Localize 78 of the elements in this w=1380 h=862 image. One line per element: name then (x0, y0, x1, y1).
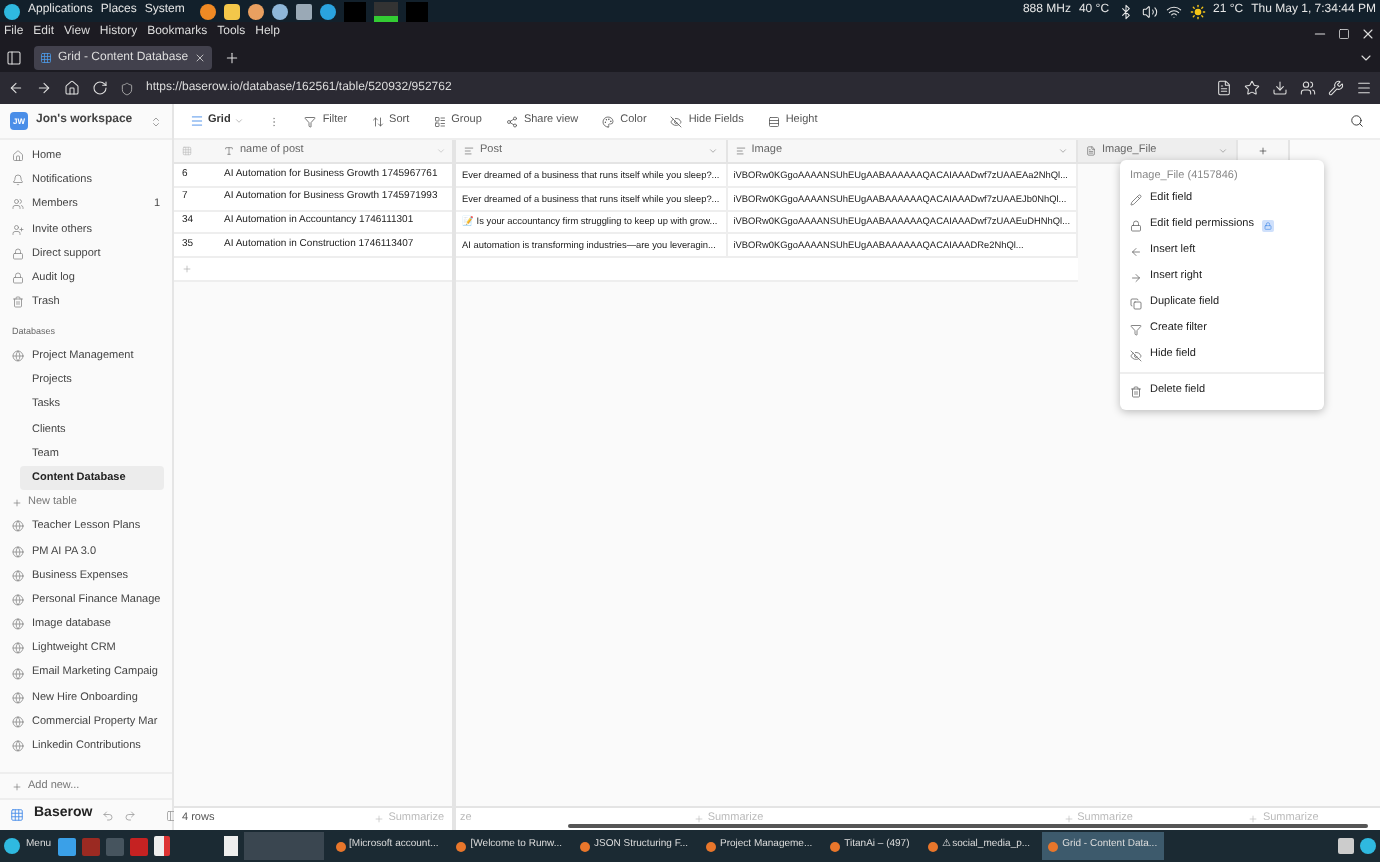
lock-icon (12, 247, 24, 260)
share-icon (505, 115, 518, 127)
monitor-graph (374, 1, 399, 21)
wifi-icon (1165, 3, 1182, 19)
launcher-icon[interactable] (223, 836, 238, 856)
database-icon (12, 667, 24, 680)
filter-icon (1130, 323, 1142, 335)
monitor-graph (406, 1, 429, 21)
bell-icon (12, 174, 24, 187)
start-menu-icon[interactable] (4, 838, 20, 854)
maximize-icon[interactable] (1338, 27, 1350, 39)
database-icon (12, 642, 24, 655)
arrow-right-icon (1130, 271, 1142, 283)
reload-icon[interactable] (92, 80, 108, 96)
long-text-icon (735, 146, 746, 156)
database-icon (12, 594, 24, 607)
bookmark-icon[interactable] (1244, 80, 1260, 96)
brand-logo-icon (10, 808, 24, 822)
plus-icon (1248, 814, 1259, 824)
lock-icon (1130, 219, 1142, 231)
text-icon (224, 146, 234, 156)
back-icon[interactable] (8, 80, 24, 96)
lock-badge-icon (1261, 219, 1274, 231)
logo-icon[interactable] (4, 3, 20, 19)
grid-view-icon (190, 114, 204, 128)
reader-icon[interactable] (1216, 80, 1232, 96)
home-icon (12, 150, 24, 163)
database-icon (12, 545, 24, 558)
database-icon (12, 715, 24, 728)
long-text-icon (464, 146, 474, 156)
database-icon (12, 350, 24, 363)
add-column-icon[interactable] (1258, 146, 1269, 156)
close-icon[interactable] (1360, 25, 1376, 41)
rows-icon (767, 115, 780, 127)
database-icon (12, 520, 24, 533)
account-icon[interactable] (1300, 80, 1316, 96)
people-icon (12, 198, 24, 211)
shield-icon (120, 81, 134, 95)
plus-icon (693, 814, 704, 824)
sort-icon (371, 115, 384, 127)
workspace-switcher[interactable] (243, 832, 324, 860)
lock-icon (12, 272, 24, 285)
new-tab-icon[interactable] (224, 50, 241, 66)
download-icon[interactable] (1272, 80, 1288, 96)
database-icon (12, 740, 24, 753)
database-icon (12, 691, 24, 704)
bluetooth-icon (1117, 3, 1134, 19)
arrow-left-icon (1130, 245, 1142, 257)
plus-icon (1063, 814, 1074, 824)
group-icon (433, 115, 446, 127)
sun-icon (1189, 3, 1206, 19)
forward-icon[interactable] (36, 80, 52, 96)
volume-icon (1141, 3, 1158, 19)
scrollbar[interactable] (568, 824, 1368, 828)
palette-icon (602, 115, 615, 127)
database-icon (12, 569, 24, 582)
wrench-icon[interactable] (1328, 80, 1344, 96)
trash-icon (1130, 385, 1142, 397)
plus-icon (12, 497, 22, 508)
plus-icon (374, 814, 385, 824)
person-plus-icon (12, 223, 24, 236)
sidebar-icon[interactable] (6, 50, 22, 66)
trash-icon (12, 296, 24, 309)
file-icon (1086, 146, 1097, 156)
filter-icon (304, 115, 317, 127)
eye-off-icon (1130, 349, 1142, 361)
menu-icon[interactable] (1356, 80, 1372, 96)
plus-icon (12, 781, 22, 791)
search-icon[interactable] (1350, 114, 1364, 128)
chevron-down-icon[interactable] (1358, 50, 1374, 66)
eye-off-icon (670, 115, 683, 127)
grid-icon (40, 52, 52, 64)
database-icon (12, 618, 24, 631)
close-icon[interactable] (194, 52, 207, 64)
copy-icon (1130, 297, 1142, 309)
home-icon[interactable] (64, 80, 80, 96)
pencil-icon (1130, 193, 1142, 205)
monitor-graph (344, 1, 367, 21)
